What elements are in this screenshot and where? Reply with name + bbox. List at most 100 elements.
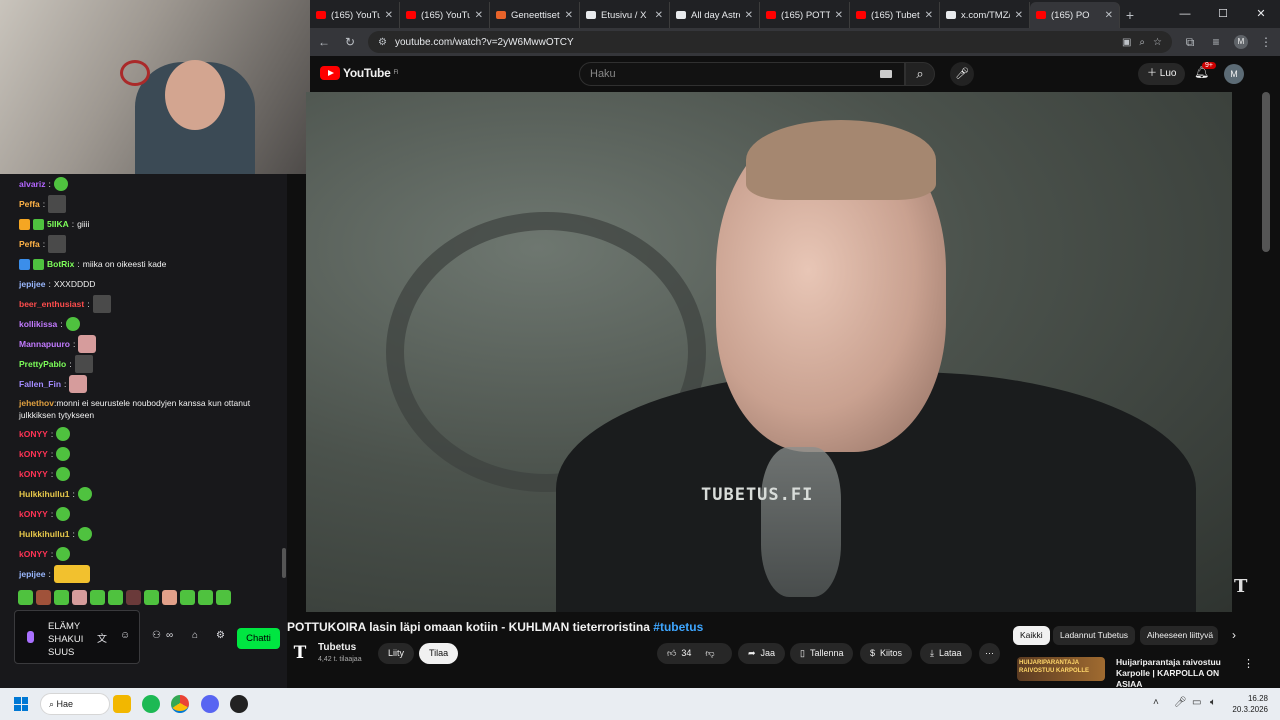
site-info-icon[interactable]: ⚙: [378, 37, 387, 48]
tray-mic-icon[interactable]: 🎤︎: [1174, 697, 1187, 708]
tray-volume-icon[interactable]: 🔈︎: [1210, 697, 1216, 708]
profile-avatar[interactable]: M: [1234, 35, 1248, 49]
url-field[interactable]: ⚙ youtube.com/watch?v=2yW6MwwOTCY ▣ ⌕ ☆: [368, 31, 1172, 53]
minimize-button[interactable]: —: [1166, 0, 1204, 28]
chip-all[interactable]: Kaikki: [1013, 626, 1050, 645]
chevron-right-icon[interactable]: ›: [1232, 628, 1236, 642]
more-actions-icon[interactable]: ⋯: [979, 643, 1000, 664]
share-button[interactable]: ➦ Jaa: [738, 643, 786, 664]
menu-icon[interactable]: ⋮: [1258, 35, 1274, 49]
recommendation-title[interactable]: Huijariparantaja raivostuu Karpolle | KA…: [1116, 657, 1240, 690]
chat-emote[interactable]: [56, 547, 71, 561]
chat-emote[interactable]: [53, 565, 90, 583]
file-explorer-icon[interactable]: [113, 695, 131, 713]
chat-emote[interactable]: [48, 235, 67, 253]
emote-bar-item[interactable]: [198, 590, 213, 605]
channel-name[interactable]: Tubetus: [318, 642, 356, 653]
channel-watermark-icon[interactable]: T: [1234, 576, 1252, 598]
chat-badge-icon[interactable]: [19, 258, 30, 270]
chat-username[interactable]: Peffa: [19, 234, 40, 254]
thumbs-down-icon[interactable]: 👎︎: [705, 648, 714, 658]
reload-icon[interactable]: ↻: [342, 35, 358, 49]
close-window-button[interactable]: ✕: [1242, 0, 1280, 28]
channel-logo-icon[interactable]: T: [290, 643, 310, 663]
emote-bar-item[interactable]: [18, 590, 33, 605]
chat-emote[interactable]: [78, 335, 97, 353]
chat-username[interactable]: kONYY: [19, 444, 48, 464]
emote-bar-item[interactable]: [216, 590, 231, 605]
emote-bar-item[interactable]: [108, 590, 123, 605]
chat-send-button[interactable]: Chatti: [237, 628, 280, 649]
browser-tab[interactable]: All day Astro ✕: [670, 2, 760, 28]
browser-tab[interactable]: x.com/TMZ/ ✕: [940, 2, 1030, 28]
save-button[interactable]: ▯ Tallenna: [790, 643, 854, 664]
browser-tab[interactable]: (165) YouTub ✕: [310, 2, 400, 28]
thanks-button[interactable]: $ Kiitos: [860, 643, 913, 664]
chat-emote[interactable]: [56, 507, 71, 521]
taskbar-search[interactable]: ⌕ Hae: [40, 693, 110, 715]
close-tab-icon[interactable]: ✕: [565, 10, 573, 21]
browser-tab[interactable]: (165) POTTU ✕: [760, 2, 850, 28]
create-button[interactable]: ＋ Luo: [1138, 63, 1186, 85]
recommendation-thumbnail[interactable]: HUIJARIPARANTAJA RAIVOSTUU KARPOLLE: [1017, 657, 1105, 681]
chat-username[interactable]: Hulkkihullu1: [19, 524, 70, 544]
video-hashtag[interactable]: #tubetus: [653, 620, 703, 634]
chat-badge-icon[interactable]: [33, 218, 44, 230]
close-tab-icon[interactable]: ✕: [475, 10, 483, 21]
browser-tab[interactable]: Geneettiset ✕: [490, 2, 580, 28]
chat-emote[interactable]: [74, 355, 93, 373]
chat-username[interactable]: BotRix: [47, 254, 74, 274]
voice-search-icon[interactable]: 🎤︎: [950, 62, 974, 86]
chat-username[interactable]: Fallen_Fin: [19, 374, 61, 394]
new-tab-button[interactable]: +: [1120, 2, 1140, 28]
close-tab-icon[interactable]: ✕: [1015, 10, 1023, 21]
chat-username[interactable]: kONYY: [19, 464, 48, 484]
chat-emote[interactable]: [56, 447, 71, 461]
emote-bar-item[interactable]: [144, 590, 159, 605]
keyboard-icon[interactable]: [880, 70, 892, 78]
chat-username[interactable]: jehethov: [19, 398, 54, 408]
media-icon[interactable]: ≡: [1208, 35, 1224, 49]
install-icon[interactable]: ▣: [1122, 37, 1131, 48]
chat-emote[interactable]: [65, 317, 80, 331]
chat-username[interactable]: Peffa: [19, 194, 40, 214]
chat-username[interactable]: kONYY: [19, 544, 48, 564]
emote-bar-item[interactable]: [54, 590, 69, 605]
chat-username[interactable]: beer_enthusiast: [19, 294, 84, 314]
chat-emote[interactable]: [56, 467, 71, 481]
windows-start-icon[interactable]: [14, 697, 28, 711]
chat-username[interactable]: jepijee: [19, 564, 45, 584]
spotify-icon[interactable]: [142, 695, 160, 713]
close-tab-icon[interactable]: ✕: [745, 10, 753, 21]
bookmark-star-icon[interactable]: ☆: [1153, 37, 1162, 48]
chip-channel[interactable]: Ladannut Tubetus: [1053, 626, 1136, 645]
close-tab-icon[interactable]: ✕: [385, 10, 393, 21]
settings-gear-icon[interactable]: ⚙: [216, 630, 225, 641]
search-input[interactable]: Haku: [579, 62, 905, 86]
tray-network-icon[interactable]: ▭: [1192, 697, 1201, 708]
chip-related[interactable]: Aiheeseen liittyvä: [1140, 626, 1218, 645]
chat-username[interactable]: alvariz: [19, 174, 45, 194]
browser-tab[interactable]: (165) YouTub ✕: [400, 2, 490, 28]
chat-emote[interactable]: [53, 177, 68, 191]
discord-icon[interactable]: [201, 695, 219, 713]
chat-username[interactable]: PrettyPablo: [19, 354, 66, 374]
tray-chevron-icon[interactable]: ˄: [1153, 697, 1159, 708]
chat-badge-icon[interactable]: [19, 218, 30, 230]
recommendation-menu-icon[interactable]: ⋮: [1243, 657, 1254, 670]
emote-bar-item[interactable]: [162, 590, 177, 605]
translate-icon[interactable]: 文: [97, 630, 107, 645]
chat-username[interactable]: Hulkkihullu1: [19, 484, 70, 504]
chat-emote[interactable]: [77, 487, 92, 501]
chat-username[interactable]: kONYY: [19, 424, 48, 444]
browser-tab[interactable]: (165) Tubetu ✕: [850, 2, 940, 28]
emote-bar-item[interactable]: [36, 590, 51, 605]
account-avatar[interactable]: M: [1224, 64, 1244, 84]
extensions-icon[interactable]: ⧉: [1182, 35, 1198, 50]
chat-emote[interactable]: [92, 295, 111, 313]
emote-bar-item[interactable]: [126, 590, 141, 605]
like-button[interactable]: 👍︎ 34 👎︎: [657, 643, 732, 664]
emote-bar-item[interactable]: [180, 590, 195, 605]
chat-username[interactable]: Mannapuuro: [19, 334, 70, 354]
chat-username[interactable]: kONYY: [19, 504, 48, 524]
